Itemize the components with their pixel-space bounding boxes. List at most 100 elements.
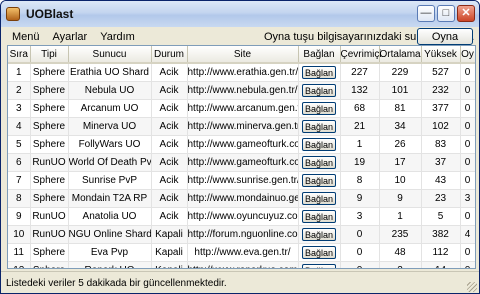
connect-button[interactable]: Bağlan bbox=[302, 120, 336, 133]
cell-vote: 3 bbox=[460, 189, 475, 208]
cell-type: Sphere bbox=[30, 243, 69, 262]
cell-vote: 0 bbox=[460, 63, 475, 82]
connect-button[interactable]: Bağlan bbox=[302, 228, 336, 241]
table-row[interactable]: 6 RunUO World Of Death Pvp Acik http://www.g… bbox=[8, 153, 475, 172]
cell-connect: Bağlan bbox=[298, 153, 341, 172]
cell-server: Nebula UO bbox=[68, 81, 152, 100]
cell-status: Acik bbox=[151, 117, 188, 136]
table-row[interactable]: 9 RunUO Anatolia UO Acik http://www.oyuncuyu… bbox=[8, 207, 475, 226]
cell-high: 382 bbox=[421, 225, 461, 244]
table-row[interactable]: 3 Sphere Arcanum UO Acik http://www.arcanum.… bbox=[8, 99, 475, 118]
cell-status: Acik bbox=[151, 63, 188, 82]
cell-status: Acik bbox=[151, 207, 188, 226]
cell-high: 14 bbox=[421, 261, 461, 268]
play-button[interactable]: Oyna bbox=[417, 28, 473, 45]
column-header-average[interactable]: Ortalama bbox=[379, 46, 422, 64]
table-row[interactable]: 8 Sphere Mondain T2A RP Acik http://www.mond… bbox=[8, 189, 475, 208]
cell-no: 3 bbox=[8, 99, 31, 118]
connect-button[interactable]: Bağlan bbox=[302, 174, 336, 187]
table-row[interactable]: 4 Sphere Minerva UO Acik http://www.minerva.… bbox=[8, 117, 475, 136]
connect-button[interactable]: Bağlan bbox=[302, 264, 336, 268]
cell-no: 1 bbox=[8, 63, 31, 82]
cell-type: RunUO bbox=[30, 153, 69, 172]
maximize-icon[interactable]: □ bbox=[437, 5, 455, 22]
cell-average: 1 bbox=[379, 207, 422, 226]
minimize-icon[interactable]: — bbox=[417, 5, 435, 22]
connect-button[interactable]: Bağlan bbox=[302, 66, 336, 79]
column-header-vote[interactable]: Oy bbox=[460, 46, 475, 64]
table-row[interactable]: 12SphereRonark UOKapalihttp://www.ronark… bbox=[8, 261, 475, 268]
cell-no: 7 bbox=[8, 171, 31, 190]
cell-average: 229 bbox=[379, 63, 422, 82]
cell-high: 83 bbox=[421, 135, 461, 154]
table-row[interactable]: 2 Sphere Nebula UO Acik http://www.nebula.ge… bbox=[8, 81, 475, 100]
table-row[interactable]: 11 Sphere Eva Pvp Kapali http://www.eva.gen.… bbox=[8, 243, 475, 262]
connect-button[interactable]: Bağlan bbox=[302, 246, 336, 259]
cell-site: http://www.mondainuo.gen.tr/ bbox=[187, 189, 299, 208]
cell-average: 48 bbox=[379, 243, 422, 262]
column-header-type[interactable]: Tipi bbox=[30, 46, 69, 64]
menu-item-settings[interactable]: Ayarlar bbox=[53, 31, 88, 43]
column-header-server[interactable]: Sunucu bbox=[68, 46, 152, 64]
connect-button[interactable]: Bağlan bbox=[302, 210, 336, 223]
cell-high: 112 bbox=[421, 243, 461, 262]
cell-no: 6 bbox=[8, 153, 31, 172]
cell-vote: 0 bbox=[460, 261, 475, 268]
cell-online: 132 bbox=[340, 81, 380, 100]
cell-vote: 0 bbox=[460, 171, 475, 190]
cell-site: http://www.erathia.gen.tr/ bbox=[187, 63, 299, 82]
column-header-online[interactable]: Çevrimiçi bbox=[340, 46, 382, 64]
cell-no: 11 bbox=[8, 243, 31, 262]
cell-vote: 0 bbox=[460, 117, 475, 136]
column-header-status[interactable]: Durum bbox=[151, 46, 188, 64]
cell-online: 227 bbox=[340, 63, 380, 82]
cell-server: Erathia UO Shard bbox=[68, 63, 152, 82]
cell-server: Mondain T2A RP bbox=[68, 189, 152, 208]
cell-site: http://www.arcanum.gen.tr/ bbox=[187, 99, 299, 118]
cell-high: 5 bbox=[421, 207, 461, 226]
cell-connect: Bağlan bbox=[298, 243, 341, 262]
table-row[interactable]: 1 Sphere Erathia UO Shard Acik http://www.er… bbox=[8, 63, 475, 82]
cell-type: RunUO bbox=[30, 225, 69, 244]
cell-online: 0 bbox=[340, 243, 380, 262]
resize-grip[interactable] bbox=[467, 282, 477, 292]
cell-type: RunUO bbox=[30, 207, 69, 226]
cell-connect: Bağlan bbox=[298, 135, 341, 154]
server-list[interactable]: Sıra Tipi Sunucu Durum Site Bağlan Çevri… bbox=[7, 45, 476, 269]
cell-status: Acik bbox=[151, 81, 188, 100]
cell-type: Sphere bbox=[30, 189, 69, 208]
cell-type: Sphere bbox=[30, 99, 69, 118]
menu-item-help[interactable]: Yardım bbox=[100, 31, 135, 43]
connect-button[interactable]: Bağlan bbox=[302, 102, 336, 115]
connect-button[interactable]: Bağlan bbox=[302, 84, 336, 97]
cell-no: 12 bbox=[8, 261, 31, 268]
cell-status: Acik bbox=[151, 135, 188, 154]
connect-button[interactable]: Bağlan bbox=[302, 192, 336, 205]
cell-site: http://www.oyuncuyuz.com/ bbox=[187, 207, 299, 226]
cell-site: http://www.ronarkuo.com/ bbox=[187, 261, 299, 268]
cell-connect: Bağlan bbox=[298, 261, 341, 268]
connect-button[interactable]: Bağlan bbox=[302, 156, 336, 169]
column-header-site[interactable]: Site bbox=[187, 46, 299, 64]
table-row[interactable]: 10 RunUO NGU Online Shard Kapali http://foru… bbox=[8, 225, 475, 244]
title-bar[interactable]: UOBlast — □ ✕ bbox=[1, 1, 479, 27]
cell-vote: 0 bbox=[460, 99, 475, 118]
cell-high: 37 bbox=[421, 153, 461, 172]
cell-high: 43 bbox=[421, 171, 461, 190]
server-table: Sıra Tipi Sunucu Durum Site Bağlan Çevri… bbox=[8, 46, 475, 268]
cell-server: NGU Online Shard bbox=[68, 225, 152, 244]
cell-no: 5 bbox=[8, 135, 31, 154]
table-row[interactable]: 7 Sphere Sunrise PvP Acik http://www.sunrise… bbox=[8, 171, 475, 190]
menu-item-menu[interactable]: Menü bbox=[12, 31, 40, 43]
column-header-connect[interactable]: Bağlan bbox=[298, 46, 341, 64]
cell-online: 9 bbox=[340, 189, 380, 208]
cell-no: 10 bbox=[8, 225, 31, 244]
column-header-no[interactable]: Sıra bbox=[8, 46, 31, 64]
cell-server: Eva Pvp bbox=[68, 243, 152, 262]
column-header-high[interactable]: Yüksek bbox=[421, 46, 461, 64]
window-controls: — □ ✕ bbox=[417, 5, 475, 22]
table-row[interactable]: 5 Sphere FollyWars UO Acik http://www.gameof… bbox=[8, 135, 475, 154]
cell-high: 232 bbox=[421, 81, 461, 100]
connect-button[interactable]: Bağlan bbox=[302, 138, 336, 151]
close-icon[interactable]: ✕ bbox=[457, 5, 475, 22]
